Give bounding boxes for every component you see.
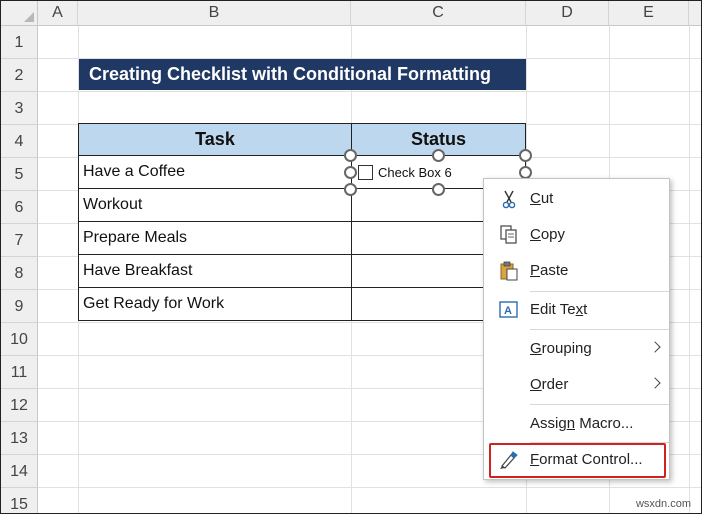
row-header-2[interactable]: 2 bbox=[1, 59, 38, 92]
edit-text-icon: A bbox=[499, 301, 518, 318]
row-header-1[interactable]: 1 bbox=[1, 26, 38, 59]
column-header-b[interactable]: B bbox=[78, 1, 351, 26]
row-header-8[interactable]: 8 bbox=[1, 257, 38, 290]
column-header-c[interactable]: C bbox=[351, 1, 526, 26]
row-header-10[interactable]: 10 bbox=[1, 323, 38, 356]
task-cell[interactable]: Workout bbox=[78, 189, 352, 222]
task-cell[interactable]: Prepare Meals bbox=[78, 222, 352, 255]
menu-item-copy[interactable]: Copy bbox=[484, 218, 669, 252]
row-header-14[interactable]: 14 bbox=[1, 455, 38, 488]
resize-handle-icon[interactable] bbox=[432, 183, 445, 196]
menu-item-cut[interactable]: Cut bbox=[484, 182, 669, 216]
menu-item-assign-macro[interactable]: Assign Macro... bbox=[484, 407, 669, 441]
resize-handle-icon[interactable] bbox=[344, 166, 357, 179]
menu-item-label: Edit Text bbox=[530, 301, 588, 318]
menu-item-label: Paste bbox=[530, 262, 569, 279]
resize-handle-icon[interactable] bbox=[344, 183, 357, 196]
scissors-icon bbox=[502, 190, 516, 209]
resize-handle-icon[interactable] bbox=[519, 149, 532, 162]
copy-icon bbox=[500, 225, 517, 244]
checkbox-label[interactable]: Check Box 6 bbox=[378, 164, 452, 181]
row-header-7[interactable]: 7 bbox=[1, 224, 38, 257]
chevron-right-icon bbox=[649, 377, 661, 389]
menu-item-label: Grouping bbox=[530, 340, 592, 357]
task-cell[interactable]: Have Breakfast bbox=[78, 255, 352, 288]
format-control-highlight-box bbox=[489, 443, 666, 478]
task-cell[interactable]: Have a Coffee bbox=[78, 156, 352, 189]
select-all-corner[interactable] bbox=[1, 1, 38, 26]
resize-handle-icon[interactable] bbox=[344, 149, 357, 162]
chevron-right-icon bbox=[649, 341, 661, 353]
row-header-4[interactable]: 4 bbox=[1, 125, 38, 158]
row-header-3[interactable]: 3 bbox=[1, 92, 38, 125]
menu-item-order[interactable]: Order bbox=[484, 368, 669, 402]
context-menu: Cut Copy Paste A Edit Text Grouping Orde… bbox=[483, 178, 670, 480]
watermark: wsxdn.com bbox=[635, 498, 691, 510]
row-header-11[interactable]: 11 bbox=[1, 356, 38, 389]
menu-item-label: Cut bbox=[530, 190, 554, 207]
sheet-title[interactable]: Creating Checklist with Conditional Form… bbox=[79, 59, 526, 90]
menu-separator bbox=[530, 291, 669, 292]
gridline bbox=[689, 26, 690, 513]
menu-item-paste[interactable]: Paste bbox=[484, 254, 669, 288]
menu-separator bbox=[530, 329, 669, 330]
menu-item-label: Order bbox=[530, 376, 569, 393]
checkbox-control[interactable] bbox=[358, 165, 373, 180]
menu-item-edit-text[interactable]: A Edit Text bbox=[484, 293, 669, 327]
gridline bbox=[38, 487, 701, 488]
task-cell[interactable]: Get Ready for Work bbox=[78, 288, 352, 321]
column-header-partial bbox=[689, 1, 701, 26]
paste-icon bbox=[500, 261, 518, 281]
row-header-15[interactable]: 15 bbox=[1, 488, 38, 513]
resize-handle-icon[interactable] bbox=[432, 149, 445, 162]
row-header-12[interactable]: 12 bbox=[1, 389, 38, 422]
gridline bbox=[38, 91, 701, 92]
select-all-triangle-icon bbox=[24, 12, 34, 22]
menu-item-label: Assign Macro... bbox=[530, 415, 634, 432]
column-header-e[interactable]: E bbox=[609, 1, 689, 26]
task-column-header[interactable]: Task bbox=[78, 123, 352, 156]
row-header-13[interactable]: 13 bbox=[1, 422, 38, 455]
menu-item-label: Copy bbox=[530, 226, 566, 243]
row-header-9[interactable]: 9 bbox=[1, 290, 38, 323]
column-header-d[interactable]: D bbox=[526, 1, 609, 26]
row-header-6[interactable]: 6 bbox=[1, 191, 38, 224]
menu-item-grouping[interactable]: Grouping bbox=[484, 332, 669, 366]
excel-window: A B C D E 1 2 3 4 5 6 7 8 9 10 11 12 13 … bbox=[0, 0, 702, 514]
menu-separator bbox=[530, 404, 669, 405]
svg-text:A: A bbox=[504, 305, 512, 317]
column-header-a[interactable]: A bbox=[38, 1, 78, 26]
row-header-5[interactable]: 5 bbox=[1, 158, 38, 191]
